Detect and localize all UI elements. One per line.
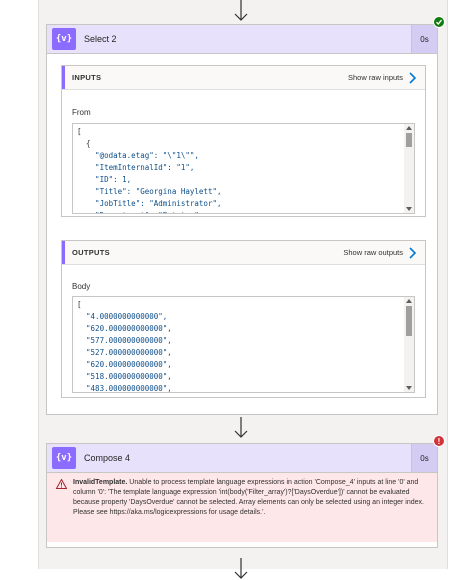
inputs-section-header: INPUTS Show raw inputs [62, 66, 425, 90]
select-action-header[interactable]: {v} Select 2 0s [47, 16, 445, 54]
code-line: "ItemInternalId": "1", [77, 163, 195, 172]
inputs-code-box[interactable]: [ { "@odata.etag": "\"1\"", "ItemInterna… [72, 123, 415, 214]
outputs-scrollbar[interactable] [404, 297, 414, 392]
inputs-code-text: [ { "@odata.etag": "\"1\"", "ItemInterna… [73, 124, 414, 213]
connector-arrow-middle [231, 417, 251, 439]
inputs-section: INPUTS Show raw inputs From [ { "@odata.… [61, 65, 426, 217]
code-line: { [77, 139, 91, 148]
code-line: "JobTitle": "Administrator", [77, 199, 222, 208]
from-label: From [72, 108, 91, 117]
code-line: "Department": "Estates", [77, 210, 414, 213]
show-raw-inputs-link[interactable]: Show raw inputs [348, 73, 403, 82]
inputs-scrollbar[interactable] [404, 124, 414, 213]
code-line: "620.000000000000", [77, 324, 172, 333]
data-operation-icon: {v} [52, 28, 76, 50]
code-line: "Title": "Georgina Haylett", [77, 187, 222, 196]
outputs-section: OUTPUTS Show raw outputs Body [ "4.00000… [61, 240, 426, 398]
show-raw-outputs-link[interactable]: Show raw outputs [343, 248, 403, 257]
data-operation-icon: {v} [52, 447, 76, 469]
code-line: "620.000000000000", [77, 360, 172, 369]
scroll-thumb[interactable] [406, 133, 412, 147]
error-text: InvalidTemplate. Unable to process templ… [73, 478, 429, 518]
scroll-down-icon[interactable] [406, 207, 412, 211]
code-line: [ [77, 127, 82, 136]
action-duration: 0s [411, 444, 437, 472]
outputs-code-box[interactable]: [ "4.0000000000000", "620.000000000000",… [72, 296, 415, 393]
error-code: InvalidTemplate. [73, 479, 128, 486]
connector-arrow-top [231, 0, 251, 22]
inputs-section-title: INPUTS [72, 73, 102, 82]
warning-icon [55, 478, 68, 489]
scroll-up-icon[interactable] [406, 299, 412, 303]
chevron-right-icon[interactable] [407, 71, 419, 85]
scroll-down-icon[interactable] [406, 386, 412, 390]
action-title: Compose 4 [84, 453, 131, 463]
code-line: "483.000000000000", [77, 384, 172, 393]
error-badge-icon: ! [433, 435, 445, 447]
scroll-thumb[interactable] [406, 306, 412, 336]
outputs-section-title: OUTPUTS [72, 248, 110, 257]
outputs-code-text: [ "4.0000000000000", "620.000000000000",… [73, 297, 414, 393]
success-check-icon [433, 16, 445, 28]
action-title: Select 2 [84, 34, 117, 44]
compose-action-header[interactable]: {v} Compose 4 0s ! [47, 435, 445, 473]
code-line: "@odata.etag": "\"1\"", [77, 151, 199, 160]
scroll-up-icon[interactable] [406, 126, 412, 130]
connector-arrow-bottom [231, 558, 251, 580]
error-message-box: InvalidTemplate. Unable to process templ… [47, 473, 437, 542]
code-line: "518.000000000000", [77, 372, 172, 381]
outputs-section-header: OUTPUTS Show raw outputs [62, 241, 425, 265]
code-line: "4.0000000000000", [77, 312, 168, 321]
code-line: "577.000000000000", [77, 336, 172, 345]
action-duration: 0s [411, 25, 437, 53]
code-line: "527.000000000000", [77, 348, 172, 357]
compose-action-card[interactable]: {v} Compose 4 0s ! InvalidTemplate. Unab… [46, 435, 445, 548]
code-line: [ [77, 300, 82, 309]
select-action-card[interactable]: {v} Select 2 0s INPUTS Show raw inputs F… [46, 16, 445, 415]
body-label: Body [72, 282, 91, 291]
code-line: "ID": 1, [77, 175, 132, 184]
chevron-right-icon[interactable] [407, 246, 419, 260]
